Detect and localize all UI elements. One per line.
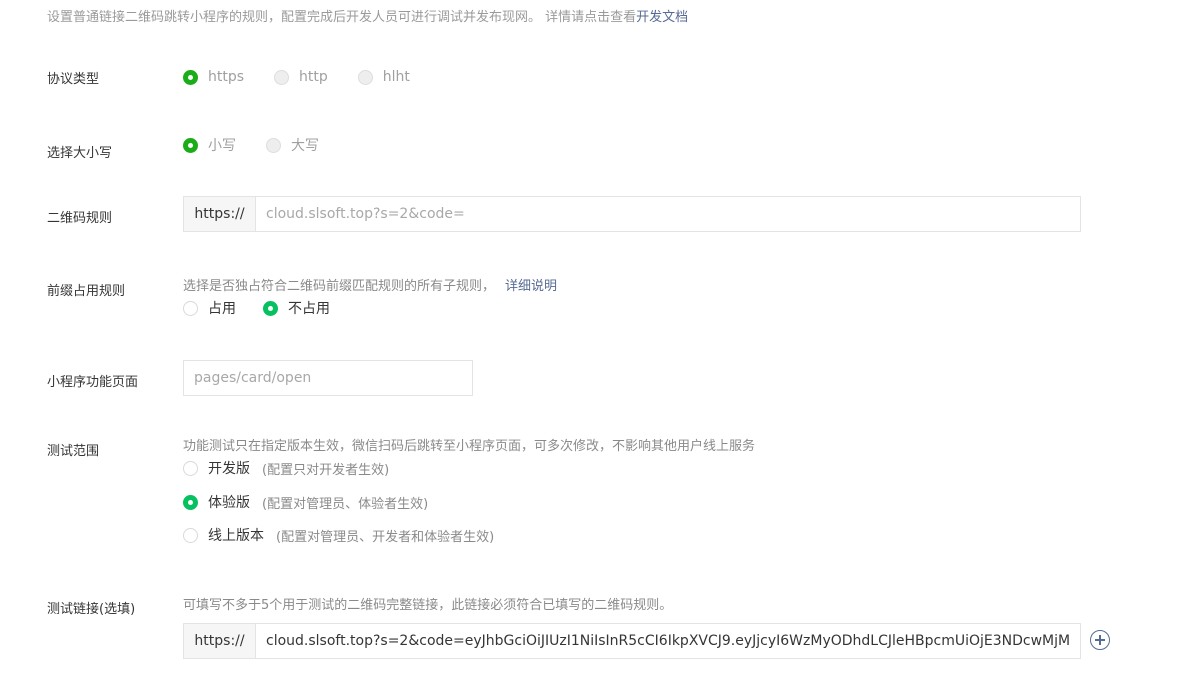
prefix-rule-label: 前缀占用规则: [47, 284, 126, 299]
radio-unchecked-icon: [183, 460, 198, 476]
prefix-option-label: 不占用: [288, 301, 330, 317]
test-scope-hint: 功能测试只在指定版本生效，微信扫码后跳转至小程序页面，可多次修改，不影响其他用户…: [183, 439, 756, 454]
protocol-option-hlht[interactable]: hlht: [357, 69, 410, 85]
case-radio-group: 小写 大写: [183, 135, 349, 155]
page-input[interactable]: [184, 361, 472, 395]
test-link-label: 测试链接(选填): [47, 602, 136, 617]
case-label: 选择大小写: [47, 146, 113, 161]
test-link-prefix: https://: [184, 624, 256, 658]
radio-unchecked-icon: [274, 69, 290, 85]
case-option-label: 小写: [208, 138, 236, 154]
prefix-rule-hint: 选择是否独占符合二维码前缀匹配规则的所有子规则， 详细说明: [183, 275, 557, 294]
test-scope-option-dev[interactable]: 开发版 (配置只对开发者生效): [183, 458, 389, 478]
case-option-upper[interactable]: 大写: [266, 135, 319, 155]
test-scope-option-label: 线上版本: [208, 528, 264, 544]
intro-description: 设置普通链接二维码跳转小程序的规则，配置完成后开发人员可进行调试并发布现网。 详…: [47, 10, 637, 25]
test-scope-option-online[interactable]: 线上版本 (配置对管理员、开发者和体验者生效): [183, 525, 494, 545]
radio-checked-icon: [183, 494, 198, 510]
case-option-lower[interactable]: 小写: [183, 135, 236, 155]
test-scope-option-label: 开发版: [208, 461, 250, 477]
qr-rule-field: https://: [183, 196, 1081, 232]
test-scope-option-note: (配置对管理员、体验者生效): [262, 496, 429, 512]
prefix-option-not-occupy[interactable]: 不占用: [263, 298, 330, 318]
radio-unchecked-icon: [357, 69, 373, 85]
qr-rule-prefix: https://: [184, 197, 256, 231]
radio-unchecked-icon: [183, 300, 198, 316]
test-link-field: https://: [183, 623, 1081, 659]
radio-unchecked-icon: [266, 137, 281, 153]
protocol-label: 协议类型: [47, 72, 100, 87]
prefix-option-occupy[interactable]: 占用: [183, 298, 236, 318]
page-label: 小程序功能页面: [47, 375, 139, 390]
test-scope-option-trial[interactable]: 体验版 (配置对管理员、体验者生效): [183, 492, 428, 512]
prefix-rule-hint-text: 选择是否独占符合二维码前缀匹配规则的所有子规则，: [183, 279, 496, 294]
radio-checked-icon: [183, 137, 198, 153]
radio-checked-icon: [183, 69, 198, 85]
protocol-option-label: https: [208, 69, 245, 85]
protocol-option-label: http: [299, 69, 328, 85]
test-scope-option-note: (配置只对开发者生效): [262, 462, 390, 478]
qr-rule-label: 二维码规则: [47, 211, 113, 226]
dev-docs-link[interactable]: 开发文档: [636, 10, 688, 25]
protocol-option-label: hlht: [382, 69, 410, 85]
radio-unchecked-icon: [183, 527, 198, 543]
page-field: [183, 360, 473, 396]
test-scope-label: 测试范围: [47, 444, 100, 459]
protocol-option-http[interactable]: http: [274, 69, 328, 85]
test-link-hint: 可填写不多于5个用于测试的二维码完整链接，此链接必须符合已填写的二维码规则。: [183, 598, 673, 613]
prefix-rule-details-link[interactable]: 详细说明: [505, 279, 557, 294]
plus-circle-icon[interactable]: [1090, 630, 1110, 650]
protocol-radio-group: https http hlht: [183, 69, 440, 85]
intro-text: 设置普通链接二维码跳转小程序的规则，配置完成后开发人员可进行调试并发布现网。 详…: [47, 6, 688, 25]
case-option-label: 大写: [291, 138, 319, 154]
test-link-input[interactable]: [256, 624, 1080, 658]
prefix-rule-radio-group: 占用 不占用: [183, 298, 360, 318]
test-scope-option-note: (配置对管理员、开发者和体验者生效): [276, 529, 495, 545]
qr-rule-input[interactable]: [256, 197, 1080, 231]
test-scope-option-label: 体验版: [208, 495, 250, 511]
prefix-option-label: 占用: [208, 301, 236, 317]
protocol-option-https[interactable]: https: [183, 69, 244, 85]
radio-checked-icon: [263, 300, 278, 316]
